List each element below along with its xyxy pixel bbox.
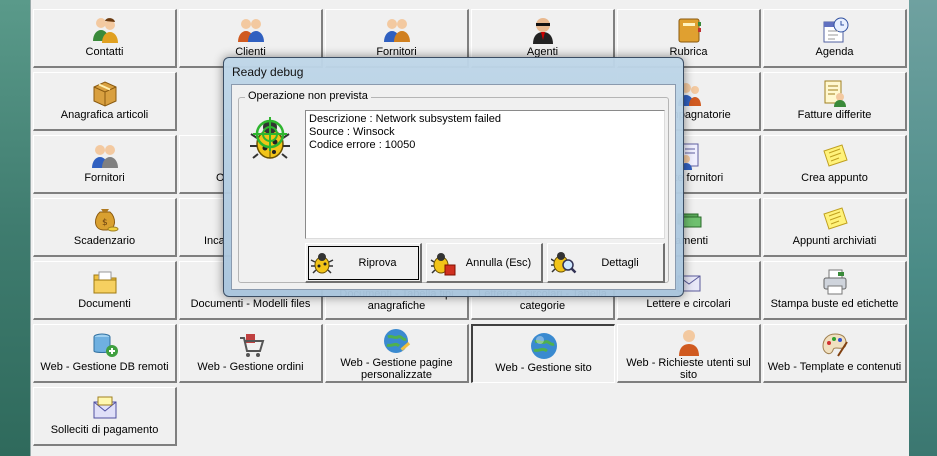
tile-label: Stampa buste ed etichette xyxy=(770,298,899,310)
tile-label: Crea appunto xyxy=(801,172,868,184)
bug-stop-icon xyxy=(430,250,456,276)
tile-label: Contatti xyxy=(85,46,124,58)
solleciti-di-pagamento-button[interactable]: Solleciti di pagamento xyxy=(33,387,177,446)
dialog-body: Operazione non prevista Descrizione : Ne… xyxy=(231,84,676,290)
documenti-button[interactable]: Documenti xyxy=(33,261,177,320)
database-icon xyxy=(88,329,122,361)
tile-label: Fatture differite xyxy=(797,109,872,121)
cancel-button[interactable]: Annulla (Esc) xyxy=(426,243,543,283)
tile-label: Web - Richieste utenti sul sito xyxy=(626,357,751,381)
bug-target-icon xyxy=(245,112,295,162)
tile-label: Web - Gestione ordini xyxy=(197,361,304,373)
tile-label: Anagrafica articoli xyxy=(60,109,149,121)
tile-label: Appunti archiviati xyxy=(792,235,877,247)
fornitori-2-button[interactable]: Fornitori xyxy=(33,135,177,194)
tile-label: O xyxy=(216,172,225,184)
printer-icon xyxy=(818,266,852,298)
tile-label: Documenti - Modelli files xyxy=(190,298,311,310)
globe-edit-icon xyxy=(382,327,412,357)
details-button[interactable]: Dettagli xyxy=(547,243,665,283)
agent-icon xyxy=(526,14,560,46)
people-icon xyxy=(234,14,268,46)
fatture-differite-button[interactable]: Fatture differite xyxy=(763,72,907,131)
retry-label: Riprova xyxy=(358,256,397,269)
tile-label: Web - Gestione sito xyxy=(495,362,592,374)
cart-icon xyxy=(234,329,268,361)
tile-label: Lettere e circolari xyxy=(646,298,731,310)
palette-icon xyxy=(818,329,852,361)
error-message-box[interactable]: Descrizione : Network subsystem failed S… xyxy=(305,110,665,239)
groupbox-label: Operazione non prevista xyxy=(245,90,371,102)
web-richieste-utenti-sito-button[interactable]: Web - Richieste utenti sul sito xyxy=(617,324,761,383)
svg-text:$: $ xyxy=(102,218,108,228)
folder-icon xyxy=(88,266,122,298)
cancel-label: Annulla (Esc) xyxy=(465,256,532,269)
bug-icon xyxy=(309,250,335,276)
tile-label: Web - Gestione DB remoti xyxy=(40,361,169,373)
address-book-icon xyxy=(672,14,706,46)
contatti-button[interactable]: Contatti xyxy=(33,9,177,68)
ready-debug-dialog: Ready debug Operazione non prevista Desc… xyxy=(223,57,684,297)
web-gestione-sito-button[interactable]: Web - Gestione sito xyxy=(471,324,615,383)
error-code: Codice errore : 10050 xyxy=(309,139,416,151)
error-description: Descrizione : Network subsystem failed xyxy=(309,113,501,125)
tile-label: Web - Template e contenuti xyxy=(767,361,902,373)
people-icon xyxy=(380,14,414,46)
note-icon xyxy=(818,203,852,235)
box-icon xyxy=(88,77,122,109)
retry-button[interactable]: Riprova xyxy=(305,243,422,283)
calendar-icon xyxy=(818,14,852,46)
money-bag-icon: $ xyxy=(88,203,122,235)
people-icon xyxy=(88,14,122,46)
tile-label: Fornitori xyxy=(84,172,125,184)
anagrafica-articoli-button[interactable]: Anagrafica articoli xyxy=(33,72,177,131)
web-template-contenuti-button[interactable]: Web - Template e contenuti xyxy=(763,324,907,383)
mail-icon xyxy=(88,392,122,424)
tile-label: Scadenzario xyxy=(73,235,136,247)
globe-icon xyxy=(527,330,561,362)
people-icon xyxy=(88,140,122,172)
web-gestione-pagine-personalizzate-button[interactable]: Web - Gestione pagine personalizzate xyxy=(325,324,469,383)
tile-label: Agenda xyxy=(815,46,854,58)
appunti-archiviati-button[interactable]: Appunti archiviati xyxy=(763,198,907,257)
dialog-title: Ready debug xyxy=(232,65,304,79)
desktop-background xyxy=(909,0,937,456)
tile-label: Documenti xyxy=(78,298,131,310)
web-gestione-ordini-button[interactable]: Web - Gestione ordini xyxy=(179,324,323,383)
crea-appunto-button[interactable]: Crea appunto xyxy=(763,135,907,194)
details-label: Dettagli xyxy=(601,256,639,269)
stampa-buste-etichette-button[interactable]: Stampa buste ed etichette xyxy=(763,261,907,320)
scadenzario-button[interactable]: $ Scadenzario xyxy=(33,198,177,257)
agenda-button[interactable]: Agenda xyxy=(763,9,907,68)
invoice-people-icon xyxy=(818,77,852,109)
user-icon xyxy=(674,327,704,357)
bug-magnifier-icon xyxy=(550,250,577,276)
tile-label: Web - Gestione pagine personalizzate xyxy=(340,357,453,381)
tile-label: Inca xyxy=(204,235,225,247)
tile-label: Solleciti di pagamento xyxy=(50,424,159,436)
web-gestione-db-remoti-button[interactable]: Web - Gestione DB remoti xyxy=(33,324,177,383)
note-icon xyxy=(818,140,852,172)
error-source: Source : Winsock xyxy=(309,126,395,138)
error-groupbox: Operazione non prevista Descrizione : Ne… xyxy=(238,90,669,283)
